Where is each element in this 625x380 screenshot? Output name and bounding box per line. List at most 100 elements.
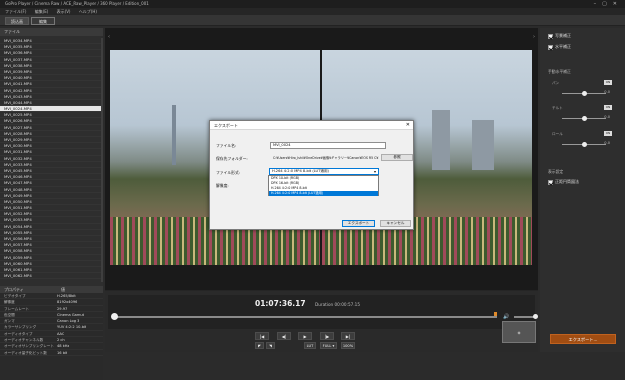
file-list[interactable]: MVI_0034.MP4 MVI_0035.MP4 MVI_0036.MP4 MVI_… [0, 38, 101, 282]
property-key: ビデオタイプ [4, 294, 26, 298]
horizon-correction-label: 水平補正 [555, 44, 571, 49]
format-select[interactable]: H.264 4:2:0 MP4 8-bit (LUT適用) ▾ [269, 168, 379, 175]
tilt-handle[interactable] [582, 116, 587, 121]
close-icon[interactable]: ✕ [406, 121, 410, 130]
mode-bar: 読込画 編集 [0, 15, 625, 26]
tilt-toggle[interactable]: ON [604, 105, 612, 110]
pan-value: 0.0 [604, 90, 610, 94]
dialog-title: エクスポート [210, 121, 413, 130]
file-list-scrollbar[interactable] [101, 38, 103, 282]
seek-track[interactable] [113, 316, 497, 318]
mode-edit-button[interactable]: 編集 [31, 17, 55, 25]
menu-bar: ファイル(F) 編集(E) 表示(V) ヘルプ(H) [0, 8, 625, 15]
window-title: GoPro Player / Cinema Raw / ACE_Raw_Play… [5, 1, 149, 6]
filename-input[interactable]: MVI_0024 [270, 142, 386, 149]
step-back-button[interactable]: ◀| [277, 332, 291, 340]
folder-label: 保存先フォルダー: [216, 156, 248, 161]
properties-table: ビデオタイプ H.265/8bit 解像度 8192x4096 フレームレート 29.97… [0, 293, 103, 356]
zoom-level[interactable]: 100% [341, 342, 355, 349]
volume-handle[interactable] [532, 314, 538, 319]
roll-value: 0.0 [604, 141, 610, 145]
mark-in-button[interactable]: ◤ [255, 342, 264, 349]
chevron-down-icon[interactable]: ▾ [374, 169, 376, 174]
title-bar: GoPro Player / Cinema Raw / ACE_Raw_Play… [0, 0, 625, 8]
filename-label: ファイル名: [216, 143, 237, 148]
equirectangular-label: 正距円筒図法 [555, 179, 579, 184]
properties-header: プロパティ 値 [0, 286, 103, 293]
property-value: YUV 4:2:2 10-bit [57, 325, 87, 330]
horizon-correction-checkbox[interactable]: 水平補正 [548, 44, 571, 50]
export-button[interactable]: エクスポート... [550, 334, 616, 344]
property-key: オーディオサンプリングレート [4, 344, 54, 349]
timecode: 01:07:36.17 [255, 299, 306, 308]
menu-view[interactable]: 表示(V) [57, 9, 71, 14]
roll-handle[interactable] [582, 142, 587, 147]
menu-help[interactable]: ヘルプ(H) [79, 9, 97, 14]
properties-header-value: 値 [61, 287, 65, 292]
property-value: 29.97 [57, 306, 68, 311]
resolution-label: 解像度: [216, 183, 229, 188]
property-value: AAC [57, 331, 65, 336]
checkbox-icon[interactable] [548, 179, 553, 185]
duration: Duration 00:00:57.15 [315, 302, 360, 307]
property-row: オーディオ量子化ビット数 16 bit [0, 350, 103, 356]
full-dropdown[interactable]: FULL ▾ [320, 342, 337, 349]
property-value: H.265/8bit [57, 294, 76, 298]
checkbox-icon[interactable] [548, 44, 553, 50]
display-settings-heading: 表示設定 [548, 169, 564, 174]
goto-end-button[interactable]: ▶| [341, 332, 355, 340]
property-value: 16 bit [57, 350, 68, 355]
properties-panel: プロパティ 値 ビデオタイプ H.265/8bit 解像度 8192x4096 フレーム… [0, 286, 103, 380]
property-key: ガンマ [4, 319, 15, 324]
lut-button[interactable]: LUT [304, 342, 316, 349]
file-panel: ファイル MVI_0034.MP4 MVI_0035.MP4 MVI_0036.MP… [0, 28, 103, 380]
property-value: 8192x4096 [57, 300, 78, 305]
property-key: カラーサンプリング [4, 325, 37, 330]
property-key: オーディオ量子化ビット数 [4, 350, 47, 355]
property-value: Canon Log 3 [57, 319, 80, 324]
property-value: 48 kHz [57, 344, 70, 349]
property-key: オーディオタイプ [4, 331, 33, 336]
dialog-export-button[interactable]: エクスポート [342, 220, 375, 227]
folder-path: C:¥Users¥Hiro_Ishii¥OneDrive¥画像¥ギャラリー¥Ca… [270, 155, 380, 162]
roll-label: ロール [552, 132, 563, 136]
roll-toggle[interactable]: ON [604, 131, 612, 136]
format-dropdown-list[interactable]: DPX 10-bit (RGB) DPX 16-bit (RGB) H.264 4:… [268, 175, 379, 196]
tilt-value: 0.0 [604, 115, 610, 119]
mode-import-button[interactable]: 読込画 [5, 17, 29, 25]
play-button[interactable]: ▶ [298, 332, 312, 340]
menu-file[interactable]: ファイル(F) [5, 9, 26, 14]
format-option[interactable]: H.264 4:2:0 MP4 8-bit (LUT適用) [269, 191, 378, 196]
property-key: フレームレート [4, 306, 30, 311]
pan-label: パン [552, 81, 560, 85]
file-list-item[interactable]: MVI_0062.MP4 [0, 273, 101, 280]
property-key: オーディオチャンネル数 [4, 338, 44, 343]
collapse-right-icon[interactable]: › [533, 34, 535, 40]
step-forward-button[interactable]: |▶ [320, 332, 334, 340]
collapse-left-icon[interactable]: ‹ [108, 34, 110, 40]
menu-edit[interactable]: 編集(E) [35, 9, 49, 14]
transport-bar: 01:07:36.17 Duration 00:00:57.15 🔊 |◀ ◀|… [105, 291, 538, 352]
equirectangular-checkbox[interactable]: 正距円筒図法 [548, 179, 579, 185]
tilt-correction-checkbox[interactable]: 写景補正 [548, 33, 571, 39]
format-select-value: H.264 4:2:0 MP4 8-bit (LUT適用) [272, 169, 329, 173]
property-key: 色空間 [4, 312, 15, 317]
out-point-marker[interactable] [494, 312, 497, 316]
tilt-label: チルト [552, 106, 563, 110]
pan-toggle[interactable]: ON [604, 80, 612, 85]
preview-thumbnail[interactable]: ◈ [502, 321, 536, 343]
window-controls[interactable]: –▢✕ [594, 0, 623, 8]
browse-button[interactable]: 参照 [381, 154, 413, 161]
volume-icon[interactable]: 🔊 [503, 314, 509, 320]
format-label: ファイル形式: [216, 170, 241, 175]
timeline: 01:07:36.17 Duration 00:00:57.15 🔊 [108, 295, 538, 329]
dialog-cancel-button[interactable]: キャンセル [380, 220, 411, 227]
property-key: 解像度 [4, 300, 15, 305]
checkbox-icon[interactable] [548, 33, 553, 39]
pan-handle[interactable] [582, 91, 587, 96]
seek-handle[interactable] [111, 313, 118, 320]
file-list-header: ファイル [0, 28, 103, 36]
goto-start-button[interactable]: |◀ [255, 332, 269, 340]
mark-out-button[interactable]: ◥ [266, 342, 275, 349]
property-value: 2 ch [57, 338, 65, 343]
